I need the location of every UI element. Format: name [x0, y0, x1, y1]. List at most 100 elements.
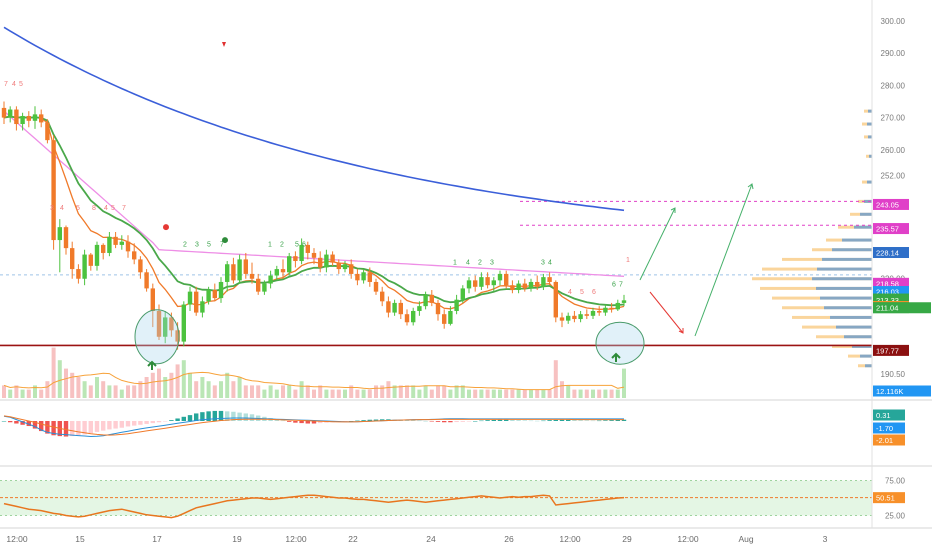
macd-histogram-bar [535, 420, 540, 422]
volume-bar [510, 389, 515, 398]
volume-bar [200, 377, 205, 398]
volume-bar [615, 389, 620, 398]
macd-histogram-bar [132, 421, 137, 426]
volume-bar [442, 385, 447, 398]
volume-bar [113, 385, 118, 398]
volume-bar [293, 389, 298, 398]
candle-body [119, 241, 124, 245]
setup-count-label: 7 [122, 205, 126, 212]
volume-bar [597, 389, 602, 398]
volume-bar [76, 377, 81, 398]
macd-histogram-bar [144, 421, 149, 424]
x-tick-label: 15 [75, 534, 85, 544]
volume-profile-bar-down [824, 306, 872, 310]
candle-body [225, 264, 230, 282]
volume-bar [386, 381, 391, 398]
volume-bar [560, 381, 564, 398]
candle-body [361, 272, 366, 281]
volume-bar [324, 389, 329, 398]
volume-bar [603, 389, 608, 398]
volume-profile-bar-down [832, 248, 872, 252]
volume-bar [411, 385, 416, 398]
macd-histogram-bar [578, 420, 583, 421]
candle-body [187, 291, 193, 305]
macd-histogram-bar [94, 421, 100, 432]
volume-bar [287, 385, 292, 398]
volume-bar [175, 364, 180, 398]
candle-body [423, 294, 428, 307]
macd-histogram-bar [218, 410, 224, 421]
volume-bar [181, 360, 186, 398]
volume-bar [516, 389, 521, 398]
candle-body [194, 291, 199, 313]
candle-body [200, 301, 205, 313]
candle-body [473, 280, 478, 287]
setup-count-label: 3 [50, 205, 54, 212]
volume-bar [591, 389, 595, 398]
setup-count-label: 5 [207, 242, 211, 249]
candle-body [411, 310, 416, 323]
macd-histogram-bar [559, 419, 565, 421]
candle-body [274, 269, 279, 276]
volume-bar [535, 389, 540, 398]
setup-count-label: 1 [626, 257, 630, 264]
x-tick-label: 24 [426, 534, 436, 544]
candle-body [516, 283, 521, 291]
volume-bar [529, 389, 533, 398]
candle-body [460, 288, 465, 300]
price-tick-label: 300.00 [881, 17, 906, 26]
signal-dot-green [222, 237, 228, 244]
macd-histogram-bar [597, 420, 602, 422]
candle-body [70, 248, 75, 270]
volume-profile-bar-down [868, 135, 872, 139]
candle-body [603, 307, 608, 313]
volume-bar [281, 385, 285, 398]
volume-bar [553, 360, 558, 398]
volume-bar [305, 385, 310, 398]
sell-marker [222, 42, 226, 47]
volume-bar [26, 389, 31, 398]
setup-count-label: 2 [280, 242, 284, 249]
macd-histogram-bar [454, 421, 459, 423]
candle-body [8, 109, 13, 118]
volume-bar [212, 385, 217, 398]
candle-body [45, 122, 50, 141]
macd-histogram-bar [88, 421, 93, 434]
volume-bar [374, 385, 378, 398]
volume-profile-bar-down [854, 225, 872, 229]
candle-body [138, 259, 143, 273]
setup-count-label: 3 [541, 260, 545, 267]
candle-body [26, 115, 31, 121]
x-tick-label: 3 [823, 534, 828, 544]
volume-bar [107, 385, 112, 398]
volume-profile-bar-down [830, 315, 872, 319]
setup-count-label: 4 [12, 81, 16, 88]
macd-histogram-bar [479, 420, 484, 422]
candle-body [32, 114, 38, 121]
volume-bar [157, 368, 161, 398]
ma-200-line [3, 26, 625, 212]
volume-bar [584, 389, 589, 398]
macd-histogram-bar [187, 415, 193, 421]
macd-histogram-bar [516, 420, 521, 421]
candle-body [417, 306, 422, 311]
volume-bar [119, 389, 124, 398]
volume-bar [82, 381, 87, 398]
volume-bar [64, 368, 68, 398]
volume-bar [262, 389, 267, 398]
candle-body [404, 314, 410, 323]
macd-histogram-bar [212, 410, 217, 421]
setup-count-label: 6 [592, 289, 596, 296]
volume-profile-bar-down [867, 180, 872, 184]
bottom-ellipse-left [134, 309, 180, 365]
price-pane: 2 3 5 7 1 2 5 61 4 2 3 3 46 77 4 53 4 5 8 4 5 74 5 61 [0, 26, 872, 398]
candle-body [181, 304, 186, 342]
candle-body [107, 236, 112, 253]
macd-histogram-bar [485, 420, 490, 421]
volume-bar [20, 389, 25, 398]
macd-histogram-bar [435, 421, 441, 422]
candle-body [553, 281, 558, 318]
setup-count-label: 4 [60, 205, 64, 212]
volume-profile-bar-down [812, 277, 872, 281]
macd-histogram-bar [119, 421, 124, 428]
